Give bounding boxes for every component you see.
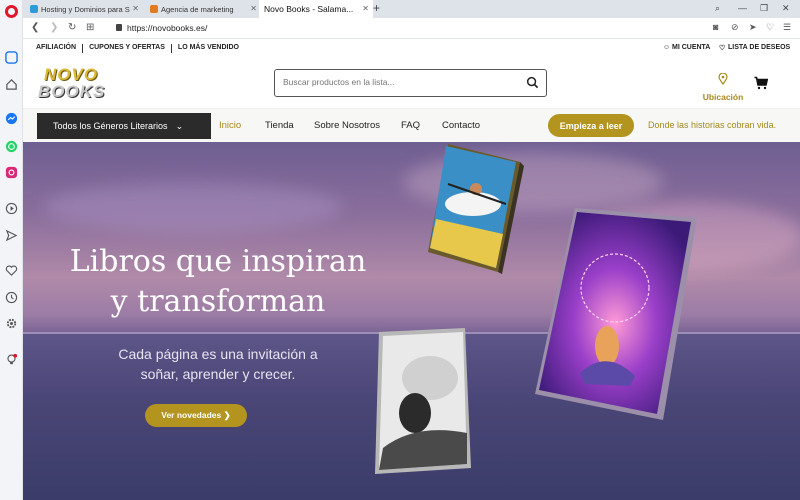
chevron-down-icon: ⌄ xyxy=(175,120,184,131)
cloud-shape xyxy=(43,182,343,232)
tab-novobooks[interactable]: Novo Books - Salama... ✕ xyxy=(259,0,373,18)
speed-dial-grid-icon[interactable]: ⊞ xyxy=(86,22,94,33)
tab-hosting[interactable]: Hosting y Dominios para S ✕ xyxy=(25,0,143,18)
wishlist-heart-icon: ♡ xyxy=(719,45,726,52)
product-search xyxy=(274,69,547,97)
user-icon: ☺ xyxy=(663,44,671,51)
tab-close-icon[interactable]: ✕ xyxy=(362,4,369,13)
my-account-link[interactable]: MI CUENTA xyxy=(672,44,710,51)
search-icon[interactable] xyxy=(526,76,539,89)
link-cupones[interactable]: CUPONES Y OFERTAS xyxy=(89,44,165,53)
menu-icon[interactable]: ☰ xyxy=(783,22,791,33)
hero-subtitle: Cada página es una invitación a soñar, a… xyxy=(118,346,318,382)
location-pin-icon xyxy=(718,72,728,86)
divider xyxy=(170,44,172,53)
new-tab-button[interactable]: + xyxy=(373,1,380,15)
book-kayak-image xyxy=(428,144,524,274)
book-portrait-image xyxy=(375,328,471,474)
bookmark-heart-icon[interactable]: ♡ xyxy=(766,22,774,33)
bulb-icon[interactable] xyxy=(4,352,19,367)
address-bar: ❮ ❯ ↻ ⊞ https://novobooks.es/ ◙ ⊘ ➤ ♡ ☰ xyxy=(23,18,800,39)
player-icon[interactable] xyxy=(4,201,19,216)
link-mas-vendido[interactable]: LO MÁS VENDIDO xyxy=(178,44,239,53)
nav-faq[interactable]: FAQ xyxy=(401,120,420,131)
camera-icon[interactable]: ◙ xyxy=(713,22,718,32)
nav-sobre-nosotros[interactable]: Sobre Nosotros xyxy=(314,120,380,131)
history-icon[interactable] xyxy=(4,290,19,305)
cloud-favicon-icon xyxy=(30,5,38,13)
home-icon[interactable] xyxy=(4,77,19,92)
instagram-icon[interactable] xyxy=(4,165,19,180)
minimize-icon[interactable]: — xyxy=(738,3,747,13)
lock-icon xyxy=(116,24,122,31)
hero-title: Libros que inspiran y transforman xyxy=(69,244,367,319)
cart-icon[interactable] xyxy=(754,76,768,90)
reload-icon[interactable]: ↻ xyxy=(68,22,76,33)
forward-icon[interactable]: ❯ xyxy=(50,22,58,33)
hero-banner: Libros que inspiran y transforman Cada p… xyxy=(23,142,800,500)
settings-gear-icon[interactable] xyxy=(4,316,19,331)
tab-close-icon[interactable]: ✕ xyxy=(132,4,139,13)
divider xyxy=(82,44,84,53)
whatsapp-icon[interactable] xyxy=(4,139,19,154)
wishlist-link[interactable]: LISTA DE DESEOS xyxy=(728,44,790,51)
heart-icon[interactable] xyxy=(4,263,19,278)
search-tabs-icon[interactable]: ⌕ xyxy=(715,3,720,14)
tagline: Donde las historias cobran vida. xyxy=(648,120,777,130)
messenger-icon[interactable] xyxy=(4,111,19,126)
nav-tienda[interactable]: Tienda xyxy=(265,120,294,131)
genres-dropdown[interactable]: Todos los Géneros Literarios ⌄ xyxy=(37,113,211,139)
fox-favicon-icon xyxy=(150,5,158,13)
tab-close-icon[interactable]: ✕ xyxy=(250,4,257,13)
nav-contacto[interactable]: Contacto xyxy=(442,120,480,131)
tab-bar: Hosting y Dominios para S ✕ Agencia de m… xyxy=(23,0,800,18)
site-logo[interactable]: NOVO BOOKS xyxy=(38,65,118,103)
link-afiliacion[interactable]: AFILIACIÓN xyxy=(36,44,76,53)
url-field[interactable]: https://novobooks.es/ xyxy=(127,23,207,33)
opera-logo-icon[interactable] xyxy=(5,5,18,18)
book-cosmic-image xyxy=(535,208,697,420)
nav-inicio[interactable]: Inicio xyxy=(219,120,241,131)
start-reading-button[interactable]: Empieza a leer xyxy=(548,114,634,137)
restore-icon[interactable]: ❐ xyxy=(760,3,768,14)
send-icon[interactable] xyxy=(4,228,19,243)
back-icon[interactable]: ❮ xyxy=(31,22,39,33)
top-links: AFILIACIÓN CUPONES Y OFERTAS LO MÁS VEND… xyxy=(36,44,239,53)
see-new-releases-button[interactable]: Ver novedades ❯ xyxy=(145,404,247,427)
share-icon[interactable]: ➤ xyxy=(749,22,757,33)
opera-sidebar xyxy=(0,0,23,500)
close-window-icon[interactable]: ✕ xyxy=(782,3,790,14)
adblock-icon[interactable]: ⊘ xyxy=(731,22,739,33)
search-input[interactable] xyxy=(283,77,513,87)
tab-agencia[interactable]: Agencia de marketing ✕ xyxy=(145,0,261,18)
location-link[interactable]: Ubicación xyxy=(700,72,746,102)
workspace-icon[interactable] xyxy=(4,50,19,65)
main-nav: Todos los Géneros Literarios ⌄ Inicio Ti… xyxy=(23,108,800,142)
